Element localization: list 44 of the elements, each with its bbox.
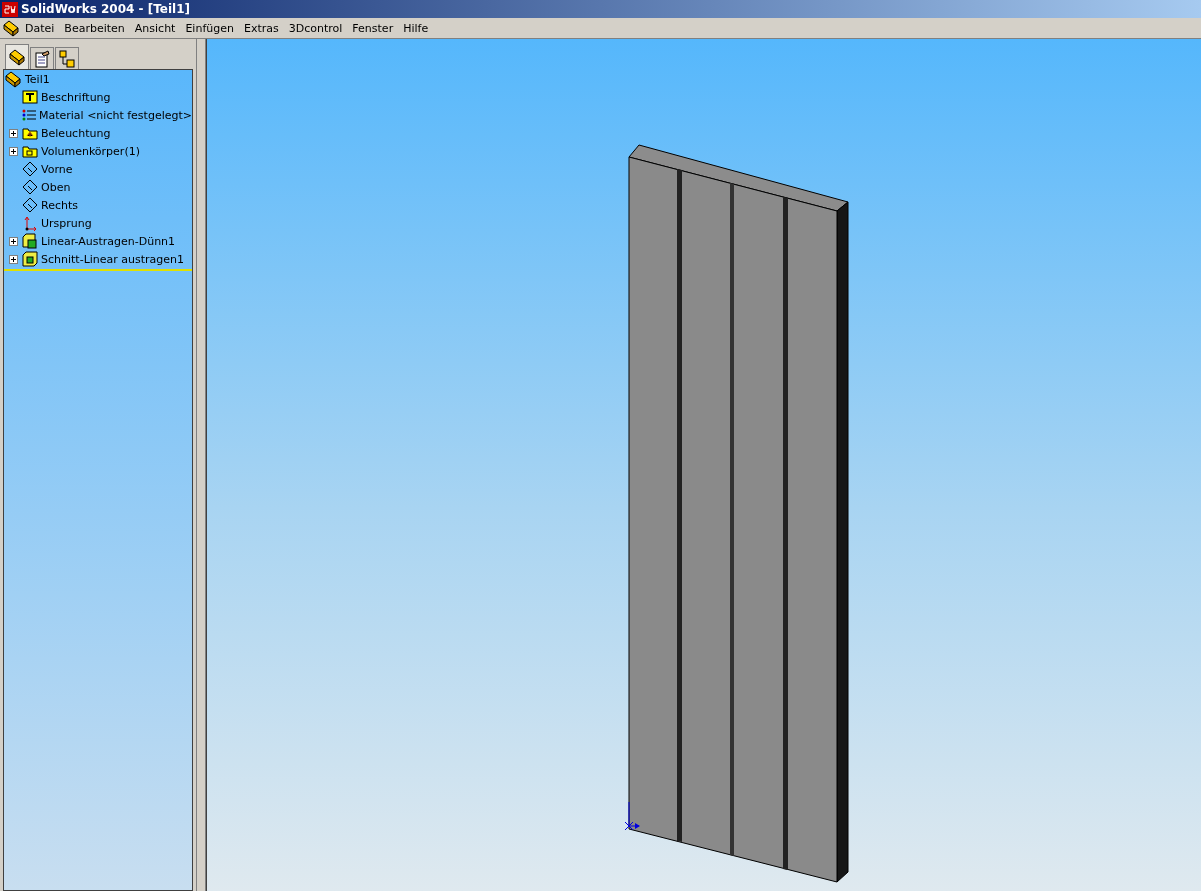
- lamp-folder-icon: [22, 126, 38, 140]
- body-folder-icon: [22, 144, 38, 158]
- menu-item[interactable]: Datei: [20, 21, 60, 35]
- document-icon: [34, 49, 50, 68]
- expand-icon[interactable]: [8, 254, 18, 264]
- annotation-icon: [22, 90, 38, 104]
- tree-item[interactable]: Material <nicht festgelegt>: [38, 108, 192, 122]
- tree-item[interactable]: Linear-Austragen-Dünn1: [41, 234, 176, 248]
- panel-tab[interactable]: [5, 44, 29, 69]
- expand-icon[interactable]: [8, 128, 18, 138]
- panel-tab[interactable]: [30, 47, 54, 69]
- tree-item[interactable]: Beleuchtung: [41, 126, 111, 140]
- configuration-icon: [59, 49, 75, 68]
- tree-item[interactable]: Beschriftung: [41, 90, 111, 104]
- plane-icon: [22, 161, 38, 177]
- window-title: SolidWorks 2004 - [Teil1]: [21, 2, 190, 16]
- app-logo-icon: [2, 1, 18, 17]
- cut-feature-icon: [22, 251, 38, 267]
- menu-item[interactable]: Ansicht: [129, 21, 181, 35]
- menu-item[interactable]: Hilfe: [398, 21, 434, 35]
- tree-item[interactable]: Rechts: [41, 198, 78, 212]
- extrude-feature-icon: [22, 233, 38, 249]
- menu-item[interactable]: Fenster: [347, 21, 399, 35]
- expand-icon[interactable]: [8, 146, 18, 156]
- tree-item[interactable]: Schnitt-Linear austragen1: [41, 252, 185, 266]
- menu-item[interactable]: Bearbeiten: [59, 21, 130, 35]
- plane-icon: [22, 197, 38, 213]
- tree-item[interactable]: Volumenkörper(1): [41, 144, 140, 158]
- expand-icon[interactable]: [8, 236, 18, 246]
- part-icon: [2, 19, 20, 37]
- menu-item[interactable]: Einfügen: [180, 21, 239, 35]
- menu-item[interactable]: Extras: [238, 21, 284, 35]
- part-icon: [8, 48, 26, 66]
- tree-item[interactable]: Oben: [41, 180, 71, 194]
- plane-icon: [22, 179, 38, 195]
- menu-item[interactable]: 3Dcontrol: [283, 21, 348, 35]
- part-icon: [4, 70, 22, 88]
- tree-item[interactable]: Teil1: [25, 72, 50, 86]
- origin-icon: [22, 215, 38, 231]
- material-list-icon: [20, 108, 36, 122]
- origin-axes-icon: [624, 801, 640, 831]
- tree-item[interactable]: Vorne: [41, 162, 73, 176]
- tree-item[interactable]: Ursprung: [41, 216, 92, 230]
- panel-tab[interactable]: [55, 47, 79, 69]
